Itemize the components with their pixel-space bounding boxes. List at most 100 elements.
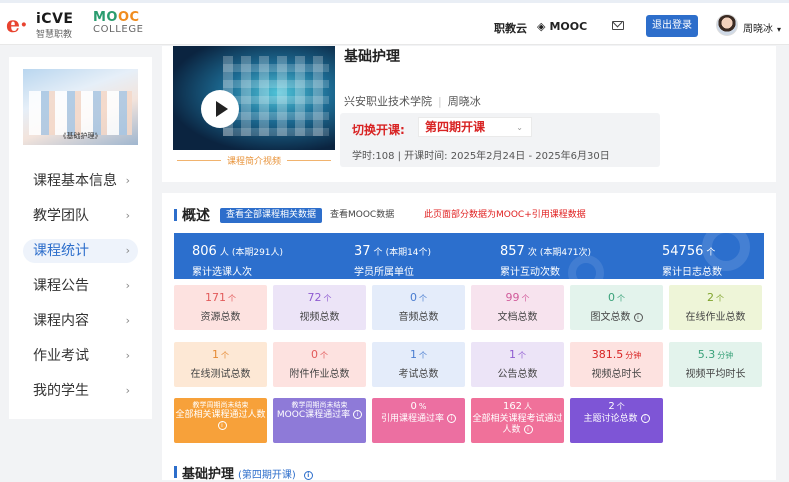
stat-tile-unit: 分钟 [717,351,734,360]
stat-tile-unit: 人 [524,402,533,411]
intro-video-thumbnail[interactable] [173,46,335,150]
caret-down-icon: ▾ [777,25,782,34]
stat-tile-label-text: 全部相关课程考试通过人数 [472,414,563,435]
stat-tile-label: 视频总数 [273,308,366,323]
summary-stat-unit: 个 [706,248,716,258]
chevron-right-icon: › [125,314,130,327]
term-select[interactable]: 第四期开课 ⌄ [418,117,532,137]
stat-tile-label-text: 附件作业总数 [289,369,350,380]
stat-tile[interactable]: 99 个文档总数 [471,285,564,330]
stat-tile-unit: 个 [716,294,724,303]
sidebar-item[interactable]: 课程内容 › [23,309,138,333]
view-mooc-data-button[interactable]: 查看MOOC数据 [330,208,394,223]
sidebar-item[interactable]: 我的学生 › [23,379,138,403]
sidebar-item[interactable]: 作业考试 › [23,344,138,368]
view-all-data-button[interactable]: 查看全部课程相关数据 [220,208,322,223]
info-icon[interactable]: i [523,425,533,434]
stat-tile-value: 171 个 [174,291,267,304]
icve-logo[interactable]: e· iCVE 智慧职教 [6,11,84,40]
stat-tile-number: 0 [410,291,417,304]
info-icon[interactable]: i [353,410,363,419]
sidebar: 《基础护理》 课程基本信息 › 教学团队 › 课程统计 › 课程公告 › 课程内容 › 作业考试 › 我… [9,57,152,419]
stat-tile[interactable]: 1 个在线测试总数 [174,342,267,387]
stat-tile-value: 0% [372,401,465,412]
stat-tile[interactable]: 2 个主题讨论总数 i [570,398,663,443]
stat-tile-number: 99 [505,291,520,304]
summary-stat-value: 806 人 (本期291人) [192,240,283,259]
stat-tile[interactable]: 1 个公告总数 [471,342,564,387]
info-icon[interactable]: i [640,414,650,423]
chevron-right-icon: › [125,244,130,257]
stat-tile[interactable]: 5.3 分钟 视频平均时长 [669,342,762,387]
stat-tile[interactable]: 162 人全部相关课程考试通过人数 i [471,398,564,443]
stat-tile-unit: 个 [320,351,328,360]
stat-tile[interactable]: 0% 引用课程通过率 i [372,398,465,443]
stat-tile-label-text: 全部相关课程通过人数 [175,410,266,420]
info-icon[interactable]: i [303,471,313,480]
stat-tile-unit: 个 [323,294,332,303]
course-school-teacher: 兴安职业技术学院 | 周晓冰 [344,95,481,108]
stat-tile[interactable]: 72 个视频总数 [273,285,366,330]
stat-tile-number: 2 [707,291,714,304]
summary-stat-value: 857 次 (本期471次) [500,240,591,259]
stat-tile-label-text: 资源总数 [200,312,241,323]
stat-tile-label: 在线测试总数 [174,365,267,380]
stat-tile-label: 在线作业总数 [669,308,762,323]
stat-tile[interactable]: 教学周期尚未结束 全部相关课程通过人数i [174,398,267,443]
stat-tile-label: 图文总数 i [570,308,663,323]
sidebar-item[interactable]: 课程统计 › [23,239,138,263]
nav-mooc[interactable]: ◈ MOOC [537,20,587,33]
stat-tile-number: 1 [212,348,219,361]
video-screens-graphic [223,56,329,136]
summary-stat: 54756 个累计日志总数 [662,240,722,278]
logout-button[interactable]: 退出登录 [646,15,698,37]
sidebar-item[interactable]: 课程基本信息 › [23,169,138,193]
stat-tile-unit: 个 [518,351,526,360]
school-name: 兴安职业技术学院 [344,95,432,108]
stat-tile-number: 162 [502,401,523,412]
stat-tile[interactable]: 0 个音频总数 [372,285,465,330]
summary-stat-period: (本期471次) [539,248,592,258]
stat-tile-value: 1个 [174,348,267,361]
nav-zhijiaoyun[interactable]: 职教云 [494,20,527,36]
summary-stat-period: (本期14个) [385,248,432,258]
stat-tile[interactable]: 0 个附件作业总数 [273,342,366,387]
mail-icon[interactable] [612,21,624,30]
sidebar-item-label: 课程统计 [33,243,89,259]
stat-tile-label-text: 文档总数 [497,312,538,323]
stat-tile[interactable]: 381.5 分钟 视频总时长 [570,342,663,387]
chevron-down-icon: ⌄ [516,123,523,132]
sidebar-item[interactable]: 教学团队 › [23,204,138,228]
stat-tile-value: 99 个 [471,291,564,304]
stat-tile-label-text: 公告总数 [497,369,538,380]
stat-tile-number: 0 [410,401,417,412]
sidebar-item[interactable]: 课程公告 › [23,274,138,298]
stat-tile[interactable]: 171 个资源总数 [174,285,267,330]
stat-tile-label-text: 视频总数 [299,312,340,323]
avatar[interactable] [716,14,738,36]
summary-stat-unit: 个 [373,248,383,258]
stat-tile[interactable]: 1 个考试总数 [372,342,465,387]
stat-tile-unit: 个 [617,294,625,303]
stat-tile[interactable]: 2 个在线作业总数 [669,285,762,330]
stat-tile-unit: % [418,402,427,411]
play-icon[interactable] [201,90,239,128]
icve-logo-text: iCVE [36,11,74,27]
info-icon[interactable]: i [447,414,456,423]
course-section-term: (第四期开课) [238,470,296,481]
stat-tile-value: 0个 [273,348,366,361]
info-icon[interactable]: i [217,421,227,430]
stat-tile-note: 教学周期尚未结束 [291,401,348,409]
overview-title: 概述 [182,208,210,224]
info-icon[interactable]: i [633,313,643,322]
course-cover-image: 《基础护理》 [23,69,138,145]
stat-tile-value: 2个 [669,291,762,304]
mooc-college-logo[interactable]: MOOC COLLEGE [93,10,153,40]
summary-stat: 806 人 (本期291人) 累计选课人次 [192,240,283,278]
summary-stat-unit: 人 [219,248,229,258]
stat-tile-label: 引用课程通过率 i [372,414,465,425]
stat-tile[interactable]: 教学周期尚未结束 MOOC课程通过率 i [273,398,366,443]
term-panel: 切换开课: 第四期开课 ⌄ 学时:108 | 开课时间: 2025年2月24日 -… [340,113,660,167]
stat-tile[interactable]: 0 个图文总数 i [570,285,663,330]
user-menu[interactable]: 周晓冰 ▾ [743,20,781,35]
